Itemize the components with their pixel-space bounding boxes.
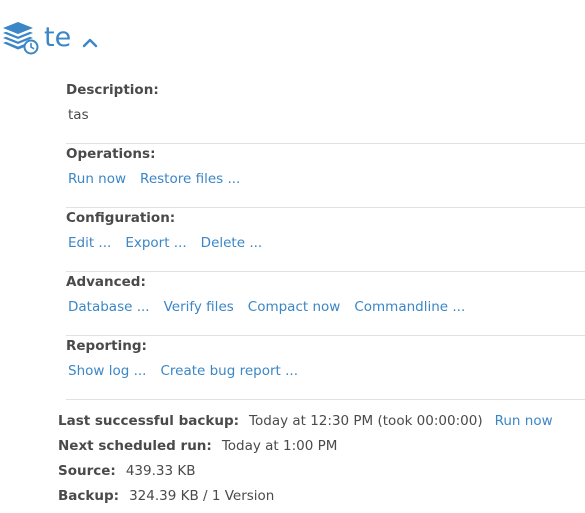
backup-details: Description: tas Operations: Run now Res… [66, 80, 585, 400]
edit-link[interactable]: Edit ... [68, 235, 111, 251]
database-clock-icon [2, 20, 40, 56]
advanced-section: Advanced: Database ... Verify files Comp… [66, 272, 585, 336]
source-row: Source: 439.33 KB [58, 458, 578, 483]
delete-link[interactable]: Delete ... [201, 235, 263, 251]
operations-label: Operations: [66, 146, 156, 162]
compact-now-link[interactable]: Compact now [248, 299, 341, 315]
verify-files-link[interactable]: Verify files [164, 299, 234, 315]
source-value: 439.33 KB [125, 462, 196, 479]
advanced-label: Advanced: [66, 274, 146, 290]
backup-size-row: Backup: 324.39 KB / 1 Version [58, 483, 578, 508]
backup-size-label: Backup: [58, 487, 120, 504]
next-run-row: Next scheduled run: Today at 1:00 PM [58, 433, 578, 458]
database-link[interactable]: Database ... [68, 299, 150, 315]
description-section: Description: tas [66, 80, 585, 144]
next-run-label: Next scheduled run: [58, 437, 212, 454]
last-backup-label: Last successful backup: [58, 412, 240, 429]
show-log-link[interactable]: Show log ... [68, 363, 146, 379]
export-link[interactable]: Export ... [125, 235, 186, 251]
last-backup-row: Last successful backup: Today at 12:30 P… [58, 408, 578, 433]
status-run-now-link[interactable]: Run now [495, 413, 553, 429]
configuration-section: Configuration: Edit ... Export ... Delet… [66, 208, 585, 272]
backup-title[interactable]: te [44, 24, 71, 51]
restore-files-link[interactable]: Restore files ... [140, 171, 240, 187]
next-run-value: Today at 1:00 PM [221, 437, 338, 454]
reporting-section: Reporting: Show log ... Create bug repor… [66, 336, 585, 400]
run-now-link[interactable]: Run now [68, 171, 126, 187]
description-label: Description: [66, 82, 159, 98]
chevron-up-icon[interactable] [81, 34, 99, 48]
backup-header[interactable]: te [2, 18, 99, 58]
create-bug-report-link[interactable]: Create bug report ... [160, 363, 298, 379]
reporting-label: Reporting: [66, 338, 147, 354]
commandline-link[interactable]: Commandline ... [354, 299, 465, 315]
configuration-label: Configuration: [66, 210, 176, 226]
operations-section: Operations: Run now Restore files ... [66, 144, 585, 208]
backup-status: Last successful backup: Today at 12:30 P… [58, 408, 578, 508]
source-label: Source: [58, 462, 116, 479]
last-backup-value: Today at 12:30 PM (took 00:00:00) [249, 412, 483, 429]
backup-size-value: 324.39 KB / 1 Version [129, 487, 275, 504]
description-value: tas [68, 107, 89, 123]
